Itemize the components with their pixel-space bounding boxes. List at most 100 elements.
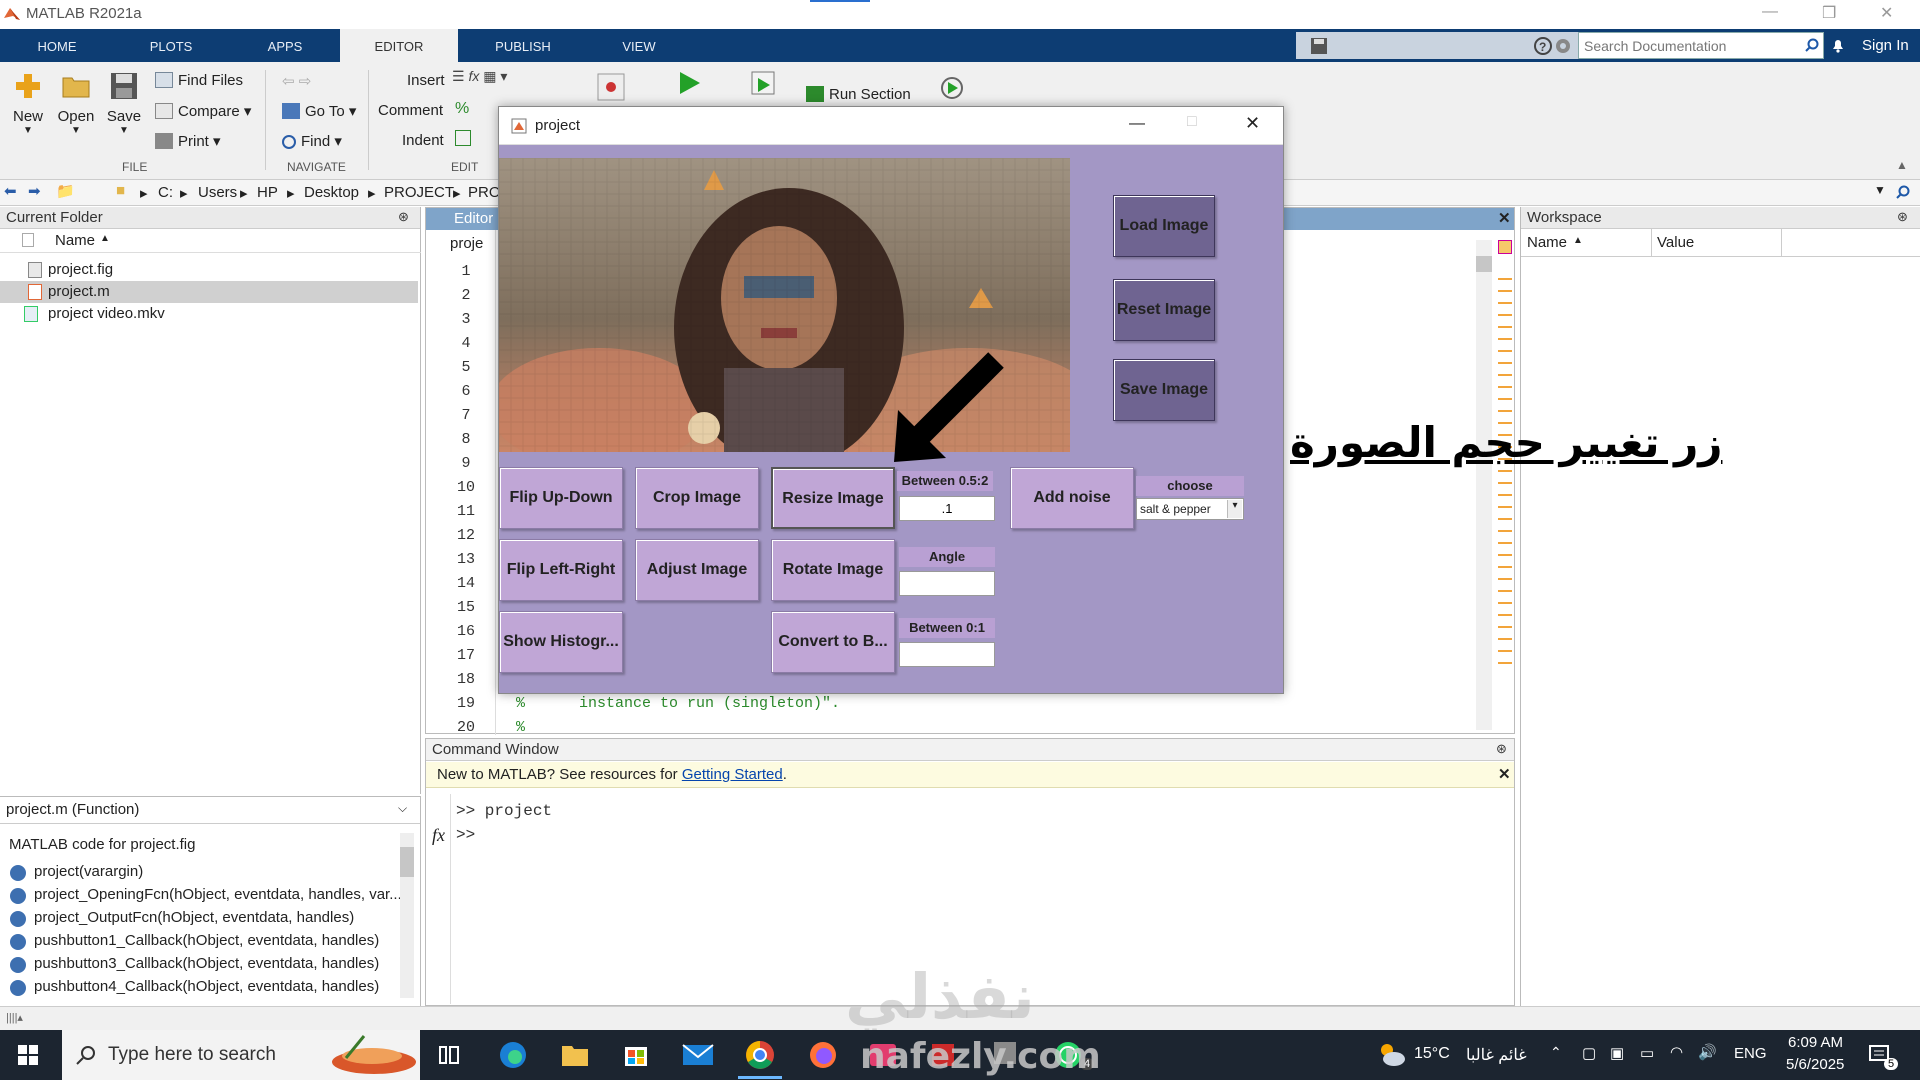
back-icon[interactable]: ⬅ — [4, 182, 17, 200]
address-dropdown-icon[interactable]: ▼ — [1874, 183, 1886, 197]
indent-button[interactable]: Indent — [402, 132, 444, 149]
resize-factor-input[interactable] — [899, 496, 995, 521]
sign-in-link[interactable]: Sign In — [1862, 37, 1909, 54]
minimize-icon[interactable]: — — [1129, 115, 1145, 133]
run-section-button[interactable]: Run Section — [806, 86, 911, 103]
volume-icon[interactable]: 🔊 — [1698, 1043, 1717, 1061]
column-value[interactable]: Value — [1657, 234, 1694, 251]
function-item[interactable]: project_OpeningFcn(hObject, eventdata, h… — [34, 886, 402, 903]
noise-type-select[interactable]: salt & pepper ▾ — [1136, 498, 1244, 520]
save-button[interactable]: Save ▼ — [100, 70, 148, 136]
task-view-icon[interactable] — [438, 1045, 460, 1065]
flip-left-right-button[interactable]: Flip Left-Right — [499, 539, 623, 601]
close-editor-icon[interactable]: ✕ — [1498, 209, 1511, 227]
function-item[interactable]: project_OutputFcn(hObject, eventdata, ha… — [34, 909, 354, 926]
up-folder-icon[interactable]: 📁 — [56, 182, 75, 200]
tray-device-icon[interactable]: ▢ — [1582, 1044, 1596, 1062]
tray-meet-icon[interactable]: ▣ — [1610, 1044, 1624, 1062]
taskbar-search-box[interactable]: Type here to search — [62, 1030, 420, 1080]
path-segment[interactable]: C: — [158, 184, 173, 201]
breakpoints-icon[interactable] — [596, 72, 626, 102]
tab-editor[interactable]: EDITOR — [340, 29, 458, 62]
resize-image-button[interactable]: Resize Image — [771, 467, 895, 529]
edge-icon[interactable] — [498, 1040, 528, 1070]
close-icon[interactable]: ✕ — [1880, 3, 1893, 23]
settings-icon[interactable] — [1554, 37, 1572, 55]
path-segment[interactable]: PROJECT — [384, 184, 454, 201]
help-icon[interactable]: ? — [1534, 37, 1552, 55]
file-explorer-icon[interactable] — [560, 1042, 590, 1068]
editor-scrollbar[interactable] — [1476, 240, 1492, 730]
tab-publish[interactable]: PUBLISH — [478, 29, 568, 62]
panel-menu-icon[interactable]: ⊛ — [398, 209, 409, 225]
open-button[interactable]: Open ▼ — [52, 70, 100, 136]
load-image-button[interactable]: Load Image — [1113, 195, 1215, 257]
search-icon[interactable] — [1805, 38, 1819, 52]
clock-date[interactable]: 5/6/2025 — [1786, 1056, 1844, 1073]
save-image-button[interactable]: Save Image — [1113, 359, 1215, 421]
insert-tools-icon[interactable]: ☰ fx ▦ ▾ — [452, 68, 507, 85]
bell-icon[interactable] — [1830, 37, 1846, 53]
maximize-icon[interactable]: □ — [1187, 113, 1197, 131]
windows-start-icon[interactable] — [18, 1045, 38, 1065]
editor-tab[interactable]: proje — [450, 235, 483, 252]
function-item[interactable]: pushbutton1_Callback(hObject, eventdata,… — [34, 932, 379, 949]
battery-icon[interactable]: ▭ — [1640, 1044, 1654, 1062]
run-icon[interactable] — [676, 70, 702, 96]
weather-icon[interactable] — [1376, 1040, 1406, 1070]
getting-started-link[interactable]: Getting Started — [682, 766, 783, 783]
search-documentation-input[interactable]: Search Documentation — [1578, 32, 1824, 59]
show-histogram-button[interactable]: Show Histogr... — [499, 611, 623, 673]
new-button[interactable]: New ▼ — [4, 70, 52, 136]
tab-home[interactable]: HOME — [12, 29, 102, 62]
path-segment[interactable]: PRO — [468, 184, 501, 201]
compare-button[interactable]: Compare ▾ — [155, 102, 251, 120]
chevron-down-icon[interactable]: ⌵ — [398, 801, 407, 816]
file-item[interactable]: project.fig — [28, 259, 418, 281]
code-analyzer-indicator[interactable] — [1498, 240, 1512, 254]
crop-image-button[interactable]: Crop Image — [635, 467, 759, 529]
chevron-up-icon[interactable]: ⌃ — [1550, 1044, 1562, 1061]
save-icon[interactable] — [1310, 37, 1328, 55]
file-item-selected[interactable]: project.m — [0, 281, 418, 303]
file-item[interactable]: project video.mkv — [24, 303, 418, 325]
code-analyzer-marks[interactable] — [1498, 268, 1512, 668]
function-item[interactable]: pushbutton4_Callback(hObject, eventdata,… — [34, 978, 379, 995]
angle-input[interactable] — [899, 571, 995, 596]
close-banner-icon[interactable]: ✕ — [1498, 765, 1511, 783]
flip-up-down-button[interactable]: Flip Up-Down — [499, 467, 623, 529]
wifi-icon[interactable]: ◠ — [1670, 1043, 1683, 1061]
search-folder-icon[interactable] — [1896, 185, 1910, 199]
close-icon[interactable]: ✕ — [1245, 113, 1260, 134]
command-prompt[interactable]: >> — [456, 826, 475, 844]
go-to-button[interactable]: Go To ▾ — [282, 102, 356, 120]
comment-button[interactable]: Comment — [378, 102, 443, 119]
convert-to-bw-button[interactable]: Convert to B... — [771, 611, 895, 673]
back-forward-buttons[interactable]: ⇦ ⇨ — [282, 72, 311, 90]
chrome-icon[interactable] — [745, 1040, 775, 1070]
print-button[interactable]: Print ▾ — [155, 132, 221, 150]
restore-icon[interactable]: ❒ — [1822, 3, 1836, 23]
code-line[interactable]: % instance to run (singleton)". — [516, 695, 840, 712]
tab-apps[interactable]: APPS — [240, 29, 330, 62]
column-header[interactable]: Name ▲ — [0, 229, 421, 253]
find-files-button[interactable]: Find Files — [155, 72, 243, 89]
mail-icon[interactable] — [682, 1043, 714, 1067]
store-icon[interactable] — [622, 1040, 650, 1068]
clock-time[interactable]: 6:09 AM — [1788, 1034, 1843, 1051]
find-button[interactable]: Find ▾ — [282, 132, 342, 150]
column-name[interactable]: Name — [1527, 234, 1567, 251]
percent-icon[interactable]: % — [455, 100, 469, 118]
panel-menu-icon[interactable]: ⊛ — [1496, 741, 1507, 757]
tab-view[interactable]: VIEW — [594, 29, 684, 62]
rotate-image-button[interactable]: Rotate Image — [771, 539, 895, 601]
fx-icon[interactable]: fx — [432, 825, 445, 846]
insert-button[interactable]: Insert — [407, 72, 445, 89]
add-noise-button[interactable]: Add noise — [1010, 467, 1134, 529]
minimize-icon[interactable]: — — [1762, 3, 1778, 21]
path-segment[interactable]: Users — [198, 184, 237, 201]
tab-plots[interactable]: PLOTS — [126, 29, 216, 62]
code-line[interactable]: % — [516, 719, 525, 736]
weather-description[interactable]: غائم غالبا — [1466, 1045, 1527, 1065]
run-and-time-icon[interactable] — [938, 72, 966, 100]
